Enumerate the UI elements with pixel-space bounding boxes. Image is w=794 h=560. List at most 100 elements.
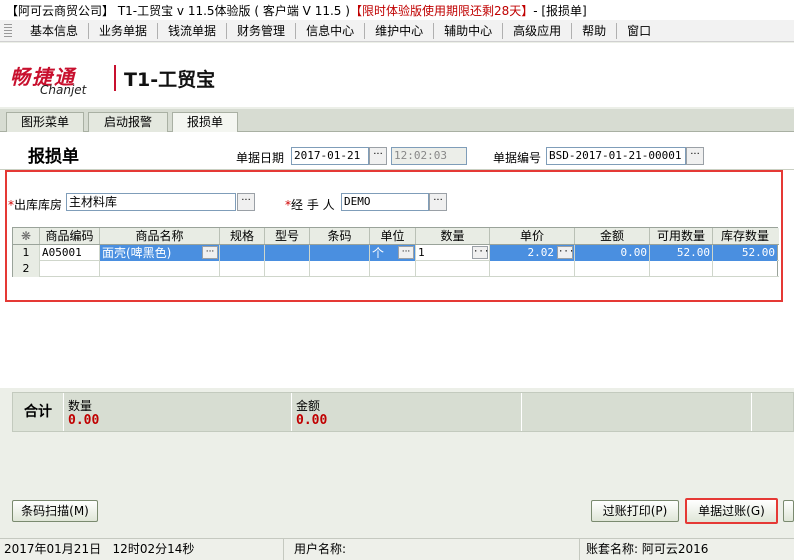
date-field[interactable]: 2017-01-21 xyxy=(291,147,369,165)
total-amount-label: 金额 xyxy=(296,399,321,413)
menu-maintenance[interactable]: 维护中心 xyxy=(365,22,435,39)
grid-header-code[interactable]: 商品编码 xyxy=(40,228,100,244)
totals-label: 合计 xyxy=(13,393,63,431)
grid-header-selector[interactable]: ❋ xyxy=(13,228,40,244)
cell-spec[interactable] xyxy=(220,261,265,277)
doc-no-field[interactable]: BSD-2017-01-21-00001 xyxy=(546,147,686,165)
menu-help[interactable]: 帮助 xyxy=(572,22,618,39)
row-number: 2 xyxy=(13,261,40,277)
menu-assist[interactable]: 辅助中心 xyxy=(434,22,504,39)
form-body: *出库库房 主材料库 ··· *经 手 人 DEMO ··· ❋ 商品编码 商品… xyxy=(0,170,794,388)
handler-picker-button[interactable]: ··· xyxy=(429,193,447,211)
cell-qty[interactable] xyxy=(416,261,490,277)
trial-warning: 【限时体验版使用期限还剩28天】 xyxy=(349,3,534,18)
grid-header-unit[interactable]: 单位 xyxy=(370,228,416,244)
grid-header-available[interactable]: 可用数量 xyxy=(650,228,713,244)
tab-startup-alert[interactable]: 启动报警 xyxy=(88,112,168,132)
cell-stock: 52.00 xyxy=(713,245,777,261)
grid-header-name[interactable]: 商品名称 xyxy=(100,228,220,244)
cell-price-text: 2.02 xyxy=(527,246,555,259)
status-account: 账套名称: 阿可云2016 xyxy=(582,539,794,560)
menu-info-center[interactable]: 信息中心 xyxy=(296,22,366,39)
grid-header-qty[interactable]: 数量 xyxy=(416,228,490,244)
doc-no-label: 单据编号 xyxy=(493,151,542,165)
time-field: 12:02:03 xyxy=(391,147,467,165)
table-row[interactable]: 1 A05001 面壳(啤黑色) ··· 个 ··· 1 ··· 2.02 ··· 0.… xyxy=(13,245,779,261)
status-user: 用户名称: xyxy=(290,539,580,560)
status-date: 2017年01月21日 xyxy=(4,542,102,556)
date-picker-button[interactable]: ··· xyxy=(369,147,387,165)
chanjet-logo-en: Chanjet xyxy=(40,83,87,97)
date-label: 单据日期 xyxy=(236,151,285,165)
cell-spec[interactable] xyxy=(220,245,265,261)
grid-header-model[interactable]: 型号 xyxy=(265,228,310,244)
menu-bar: 基本信息 业务单据 钱流单据 财务管理 信息中心 维护中心 辅助中心 高级应用 … xyxy=(0,20,794,42)
status-account-label: 账套名称: xyxy=(586,542,639,556)
cell-model[interactable] xyxy=(265,245,310,261)
table-row[interactable]: 2 xyxy=(13,261,779,277)
tab-strip: 图形菜单 启动报警 报损单 xyxy=(0,109,794,133)
window-title-bar: 【阿可云商贸公司】 T1-工贸宝 v 11.5体验版 ( 客户端 V 11.5 … xyxy=(0,0,794,20)
grid-header-barcode[interactable]: 条码 xyxy=(310,228,370,244)
cell-barcode[interactable] xyxy=(310,245,370,261)
status-account-value: 阿可云2016 xyxy=(641,542,709,556)
post-document-button[interactable]: 单据过账(G) xyxy=(685,498,778,524)
product-suffix: -工贸宝 xyxy=(150,69,216,91)
brand-banner: 畅捷通 Chanjet T1-工贸宝 xyxy=(0,43,794,107)
grid-header: ❋ 商品编码 商品名称 规格 型号 条码 单位 数量 单价 金额 可用数量 库存… xyxy=(13,228,779,245)
product-prefix: T1 xyxy=(124,69,151,91)
menu-finance[interactable]: 财务管理 xyxy=(227,22,297,39)
total-empty-cell-2 xyxy=(751,393,793,431)
cell-code[interactable] xyxy=(40,261,100,277)
status-datetime: 2017年01月21日 12时02分14秒 xyxy=(0,539,284,560)
cell-price[interactable]: 2.02 ··· xyxy=(490,245,575,261)
grid-header-spec[interactable]: 规格 xyxy=(220,228,265,244)
cell-model[interactable] xyxy=(265,261,310,277)
total-empty-cell xyxy=(521,393,751,431)
grid-header-amount[interactable]: 金额 xyxy=(575,228,650,244)
menu-window[interactable]: 窗口 xyxy=(617,23,661,39)
qty-picker-button[interactable]: ··· xyxy=(472,246,489,259)
price-picker-button[interactable]: ··· xyxy=(557,246,574,259)
tab-loss-report[interactable]: 报损单 xyxy=(172,112,238,133)
warehouse-field[interactable]: 主材料库 xyxy=(66,193,236,211)
cell-code[interactable]: A05001 xyxy=(40,245,100,261)
cell-qty[interactable]: 1 ··· xyxy=(416,245,490,261)
total-qty-value: 0.00 xyxy=(68,413,100,428)
cell-name[interactable] xyxy=(100,261,220,277)
cell-unit[interactable]: 个 ··· xyxy=(370,245,416,261)
unit-picker-button[interactable]: ··· xyxy=(398,246,414,259)
cell-name[interactable]: 面壳(啤黑色) ··· xyxy=(100,245,220,261)
grid-header-price[interactable]: 单价 xyxy=(490,228,575,244)
handler-field[interactable]: DEMO xyxy=(341,193,429,211)
menu-basic-info[interactable]: 基本信息 xyxy=(20,22,90,39)
tab-graphic-menu[interactable]: 图形菜单 xyxy=(6,112,84,132)
cell-qty-text: 1 xyxy=(418,246,425,259)
menu-cash-docs[interactable]: 钱流单据 xyxy=(158,22,228,39)
status-bar: 2017年01月21日 12时02分14秒 用户名称: 账套名称: 阿可云201… xyxy=(0,538,794,560)
cell-amount[interactable] xyxy=(575,261,650,277)
cell-barcode[interactable] xyxy=(310,261,370,277)
warehouse-picker-button[interactable]: ··· xyxy=(237,193,255,211)
post-print-button[interactable]: 过账打印(P) xyxy=(591,500,679,522)
total-qty-cell: 数量 0.00 xyxy=(63,393,291,431)
name-picker-button[interactable]: ··· xyxy=(202,246,218,259)
cell-available xyxy=(650,261,713,277)
cell-amount[interactable]: 0.00 xyxy=(575,245,650,261)
status-time: 12时02分14秒 xyxy=(112,542,195,556)
warehouse-label: *出库库房 xyxy=(8,196,62,213)
menu-advanced[interactable]: 高级应用 xyxy=(503,22,573,39)
cell-unit[interactable] xyxy=(370,261,416,277)
grid-header-stock[interactable]: 库存数量 xyxy=(713,228,777,244)
menu-business-docs[interactable]: 业务单据 xyxy=(89,22,159,39)
doc-no-button[interactable]: ··· xyxy=(686,147,704,165)
logo-divider xyxy=(114,65,116,91)
more-button[interactable] xyxy=(783,500,794,522)
menu-grip-handle[interactable] xyxy=(4,23,12,38)
cell-price[interactable] xyxy=(490,261,575,277)
row-number: 1 xyxy=(13,245,40,261)
item-grid: ❋ 商品编码 商品名称 规格 型号 条码 单位 数量 单价 金额 可用数量 库存… xyxy=(12,227,779,277)
barcode-scan-button[interactable]: 条码扫描(M) xyxy=(12,500,98,522)
total-amount-cell: 金额 0.00 xyxy=(291,393,521,431)
totals-bar: 合计 数量 0.00 金额 0.00 xyxy=(12,392,794,432)
